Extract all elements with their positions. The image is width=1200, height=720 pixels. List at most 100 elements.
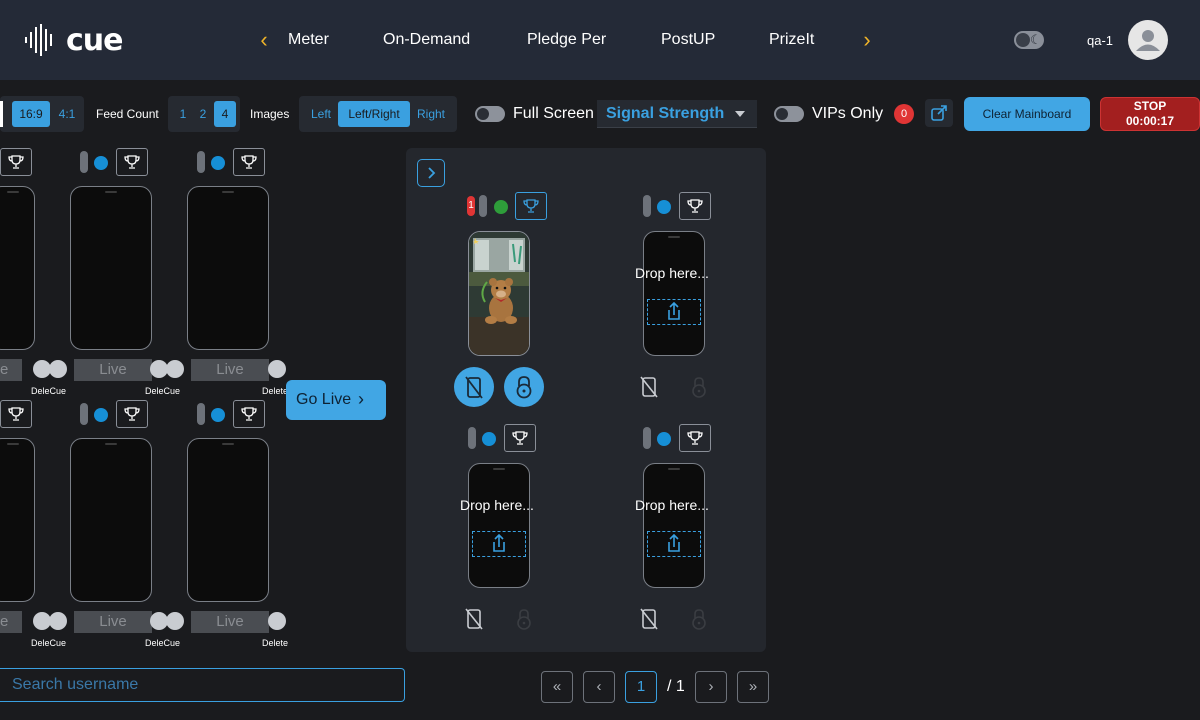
trophy-button[interactable] xyxy=(233,400,265,428)
live-button[interactable]: e xyxy=(0,611,22,633)
vips-only-switch-knob xyxy=(776,108,788,120)
feed-slot-phone[interactable] xyxy=(0,186,35,350)
full-screen-switch[interactable] xyxy=(475,106,505,122)
phone-off-icon[interactable] xyxy=(636,606,662,632)
nav-item-pledge-per[interactable]: Pledge Per xyxy=(527,31,606,49)
images-left-option[interactable]: Left xyxy=(304,101,338,127)
trophy-button[interactable] xyxy=(679,192,711,220)
feed-slot-phone[interactable] xyxy=(187,438,269,602)
expand-panel-button[interactable] xyxy=(417,159,445,187)
user-icon xyxy=(1136,30,1160,51)
feed-toggle[interactable] xyxy=(468,427,476,449)
top-navigation-bar: cue ‹ Meter On-Demand Pledge Per PostUP … xyxy=(0,0,1200,80)
mainboard-slot-phone[interactable] xyxy=(468,463,530,588)
aspect-16-9-option[interactable]: 16:9 xyxy=(12,101,50,127)
feed-toggle[interactable] xyxy=(643,427,651,449)
lock-icon[interactable] xyxy=(687,606,711,632)
live-button[interactable]: Live xyxy=(74,611,152,633)
feed-slot-phone[interactable] xyxy=(0,438,35,602)
feed-slot-phone[interactable] xyxy=(187,186,269,350)
trophy-button[interactable] xyxy=(116,148,148,176)
cue-icon[interactable] xyxy=(49,360,67,378)
phone-off-icon[interactable] xyxy=(636,374,662,400)
live-button[interactable]: Live xyxy=(191,359,269,381)
cue-icon[interactable] xyxy=(166,360,184,378)
feed-toggle[interactable] xyxy=(643,195,651,217)
live-button[interactable]: Live xyxy=(74,359,152,381)
trophy-button[interactable] xyxy=(116,400,148,428)
cue-logo-bars-icon xyxy=(25,24,52,56)
feed-toggle[interactable] xyxy=(197,151,205,173)
trophy-button[interactable] xyxy=(0,148,32,176)
feed-count-2-option[interactable]: 2 xyxy=(193,101,213,127)
trophy-icon xyxy=(241,155,257,169)
prev-page-button[interactable]: ‹ xyxy=(583,671,615,703)
drop-zone[interactable] xyxy=(647,531,701,557)
first-page-button[interactable]: « xyxy=(541,671,573,703)
no-phone-button[interactable] xyxy=(454,367,494,407)
delete-cue-label: DeleCue xyxy=(31,386,67,396)
nav-prev-chevron-icon[interactable]: ‹ xyxy=(254,28,274,52)
next-page-button[interactable]: › xyxy=(695,671,727,703)
cue-logo[interactable]: cue xyxy=(24,22,123,58)
status-dot-blue xyxy=(657,200,671,214)
theme-toggle[interactable]: ☾ xyxy=(1014,31,1044,49)
delete-cue-label: DeleCue xyxy=(145,638,181,648)
delete-icon[interactable] xyxy=(268,612,286,630)
live-button[interactable]: e xyxy=(0,359,22,381)
mainboard-slot-phone[interactable] xyxy=(643,463,705,588)
cue-icon[interactable] xyxy=(49,612,67,630)
feed-toggle[interactable] xyxy=(80,151,88,173)
avatar[interactable] xyxy=(1128,20,1168,60)
vip-count-badge: 0 xyxy=(894,104,914,124)
drop-zone[interactable] xyxy=(472,531,526,557)
aspect-label-cutoff xyxy=(0,101,3,127)
trophy-button[interactable] xyxy=(0,400,32,428)
feed-toggle[interactable] xyxy=(479,195,487,217)
nav-next-chevron-icon[interactable]: › xyxy=(857,28,877,52)
delete-cue-label: DeleCue xyxy=(145,386,181,396)
images-left-right-option[interactable]: Left/Right xyxy=(338,101,410,127)
nav-item-prizeit[interactable]: PrizeIt xyxy=(769,31,814,49)
current-page-button[interactable]: 1 xyxy=(625,671,657,703)
feed-count-1-option[interactable]: 1 xyxy=(173,101,193,127)
nav-item-on-demand[interactable]: On-Demand xyxy=(383,31,470,49)
slot-number-badge: 1 xyxy=(467,196,475,216)
feed-toggle[interactable] xyxy=(80,403,88,425)
cue-icon[interactable] xyxy=(166,612,184,630)
feed-count-4-option[interactable]: 4 xyxy=(214,101,236,127)
live-button[interactable]: Live xyxy=(191,611,269,633)
nav-item-postup[interactable]: PostUP xyxy=(661,31,715,49)
popout-button[interactable] xyxy=(925,99,953,127)
stop-button[interactable]: STOP 00:00:17 xyxy=(1100,97,1200,131)
trophy-icon xyxy=(124,155,140,169)
signal-strength-select[interactable]: Signal Strength xyxy=(597,100,757,128)
trophy-button[interactable] xyxy=(504,424,536,452)
images-label: Images xyxy=(250,107,290,121)
images-right-option[interactable]: Right xyxy=(412,101,450,127)
search-username-input[interactable] xyxy=(0,668,405,702)
feed-slot-phone[interactable] xyxy=(70,186,152,350)
mainboard-slot-phone[interactable] xyxy=(468,231,530,356)
delete-icon[interactable] xyxy=(268,360,286,378)
trophy-button[interactable] xyxy=(679,424,711,452)
lock-icon[interactable] xyxy=(687,374,711,400)
trophy-button[interactable] xyxy=(515,192,547,220)
nav-item-meter[interactable]: Meter xyxy=(288,31,329,49)
vips-only-switch[interactable] xyxy=(774,106,804,122)
last-page-button[interactable]: » xyxy=(737,671,769,703)
feed-toggle[interactable] xyxy=(197,403,205,425)
feed-slot-phone[interactable] xyxy=(70,438,152,602)
username-label: qa-1 xyxy=(1087,33,1114,48)
lock-icon[interactable] xyxy=(512,606,536,632)
drop-zone[interactable] xyxy=(647,299,701,325)
status-dot-blue xyxy=(211,156,225,170)
phone-off-icon[interactable] xyxy=(461,606,487,632)
trophy-button[interactable] xyxy=(233,148,265,176)
go-live-button[interactable]: Go Live › xyxy=(286,380,386,420)
trophy-icon xyxy=(687,431,703,445)
lock-button[interactable] xyxy=(504,367,544,407)
mainboard-slot-phone[interactable] xyxy=(643,231,705,356)
aspect-4-1-option[interactable]: 4:1 xyxy=(53,101,81,127)
clear-mainboard-button[interactable]: Clear Mainboard xyxy=(964,97,1090,131)
